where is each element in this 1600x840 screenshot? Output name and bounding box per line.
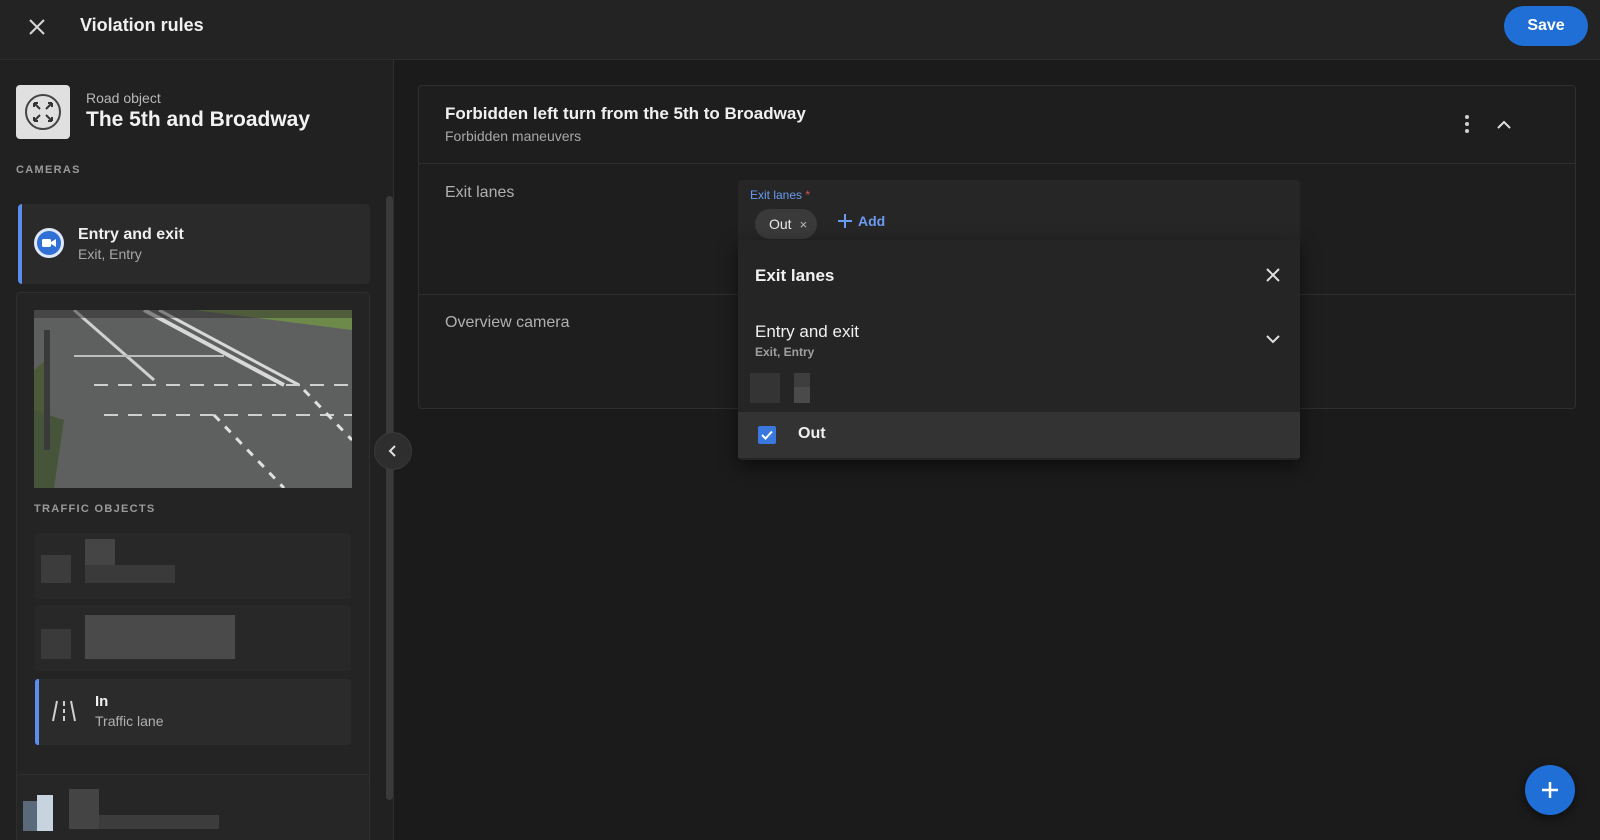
checkmark-icon — [761, 430, 773, 440]
chevron-up-icon — [1497, 120, 1511, 129]
save-button[interactable]: Save — [1504, 6, 1588, 46]
expand-group-button[interactable] — [1262, 328, 1284, 350]
required-mark: * — [805, 188, 811, 202]
traffic-object-item[interactable] — [35, 533, 351, 599]
chevron-down-icon — [1266, 334, 1280, 343]
camera-subtitle: Exit, Entry — [78, 246, 142, 262]
rule-title: Forbidden left turn from the 5th to Broa… — [445, 104, 806, 123]
video-camera-icon — [34, 228, 64, 258]
camera-item-entry-exit[interactable]: Entry and exit Exit, Entry — [18, 204, 370, 284]
collapse-sidebar-button[interactable] — [374, 432, 412, 470]
traffic-objects-section-label: TRAFFIC OBJECTS — [34, 503, 156, 515]
more-dot — [1465, 122, 1469, 126]
camera-item[interactable] — [16, 774, 370, 840]
page-title: Violation rules — [80, 15, 204, 35]
collapse-rule-button[interactable] — [1491, 112, 1517, 138]
exit-lanes-field-label: Exit lanes * — [750, 188, 810, 202]
add-label: Add — [858, 213, 886, 229]
overview-camera-label: Overview camera — [445, 314, 570, 331]
close-icon — [1266, 268, 1280, 282]
traffic-object-item-in[interactable]: In Traffic lane — [35, 679, 351, 745]
exit-lanes-label: Exit lanes — [445, 184, 515, 201]
rule-header[interactable]: Forbidden left turn from the 5th to Broa… — [419, 86, 1575, 164]
sidebar: Road object The 5th and Broadway CAMERAS… — [0, 60, 394, 840]
selected-lane-chip[interactable]: Out × — [755, 209, 818, 239]
exit-lanes-field-label-text: Exit lanes — [750, 188, 803, 202]
more-dot — [1465, 129, 1469, 133]
road-object-title: The 5th and Broadway — [86, 108, 311, 131]
road-lane-icon — [52, 700, 76, 722]
road-object-caption: Road object — [86, 90, 161, 106]
road-object-icon — [16, 85, 70, 139]
rule-subtitle: Forbidden maneuvers — [445, 128, 582, 144]
top-bar: Violation rules Save — [0, 0, 1600, 60]
traffic-object-item[interactable] — [35, 605, 351, 671]
exit-lanes-popover: Exit lanes Entry and exit Exit, Entry Ou… — [738, 240, 1300, 460]
close-button[interactable] — [24, 14, 50, 40]
add-lane-button[interactable]: Add — [838, 213, 885, 229]
lane-option-label: Out — [798, 425, 826, 442]
cameras-section-label: CAMERAS — [16, 164, 81, 176]
sidebar-scrollbar[interactable] — [386, 196, 393, 800]
popover-title: Exit lanes — [755, 266, 835, 285]
camera-title: Entry and exit — [78, 226, 184, 243]
lane-subtitle: Traffic lane — [95, 713, 164, 729]
exit-lanes-field[interactable]: Exit lanes * Out × Add — [738, 180, 1300, 240]
camera-group-title: Entry and exit — [755, 322, 859, 341]
lane-checkbox[interactable] — [758, 426, 776, 444]
camera-group-subtitle: Exit, Entry — [755, 345, 815, 359]
popover-close-button[interactable] — [1262, 264, 1284, 286]
camera-details-panel: TRAFFIC OBJECTS In Traffic lane — [16, 292, 370, 826]
more-options-button[interactable] — [1455, 110, 1479, 138]
chevron-left-icon — [388, 445, 396, 457]
camera-preview-image[interactable] — [34, 310, 352, 488]
lane-title: In — [95, 693, 109, 710]
more-dot — [1465, 115, 1469, 119]
chip-label: Out — [769, 216, 792, 232]
plus-icon — [1542, 782, 1558, 798]
chip-remove-icon[interactable]: × — [800, 217, 808, 232]
plus-icon — [838, 214, 852, 228]
close-icon — [29, 19, 45, 35]
add-rule-button[interactable] — [1525, 765, 1575, 815]
lane-option-out[interactable]: Out — [738, 412, 1300, 458]
